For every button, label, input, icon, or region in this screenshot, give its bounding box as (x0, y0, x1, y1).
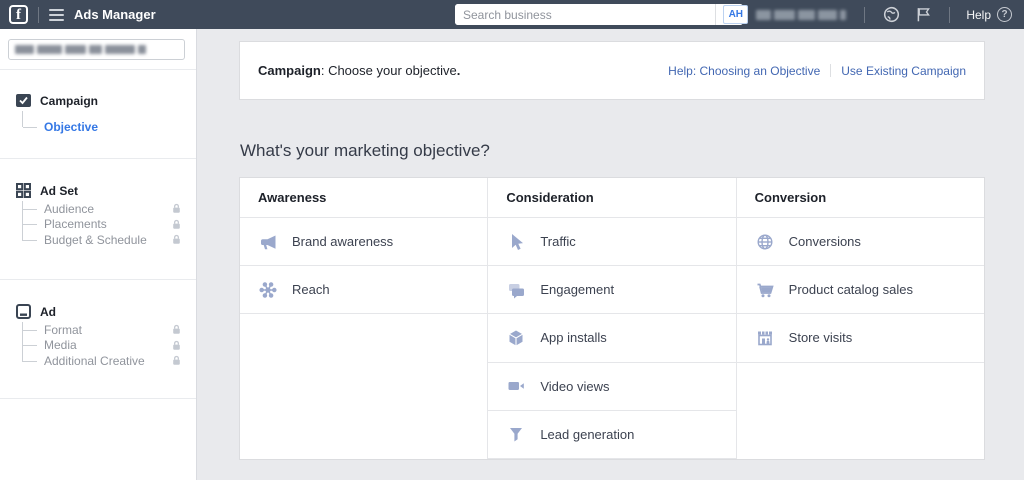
globe-grid-icon (757, 234, 773, 250)
objective-lead-generation[interactable]: Lead generation (488, 411, 736, 459)
divider (0, 398, 196, 399)
use-existing-campaign-link[interactable]: Use Existing Campaign (841, 64, 966, 78)
column-awareness: Awareness Brand awareness Reach (240, 178, 488, 459)
divider (949, 6, 951, 23)
main-content: Campaign: Choose your objective. Help: C… (197, 29, 1024, 480)
campaign-header-card: Campaign: Choose your objective. Help: C… (240, 42, 984, 99)
divider (712, 6, 714, 23)
campaign-check-icon (16, 94, 31, 107)
reach-icon (259, 282, 277, 298)
account-name-redacted[interactable] (756, 9, 847, 20)
column-header: Consideration (488, 178, 736, 218)
ad-account-name-redacted (15, 45, 146, 54)
globe-notifications-icon[interactable] (882, 6, 900, 24)
help-label: Help (966, 7, 991, 22)
sidebar-item-audience[interactable]: Audience (23, 201, 180, 217)
storefront-icon (757, 331, 772, 346)
search-box (455, 4, 743, 25)
objective-traffic[interactable]: Traffic (488, 218, 736, 267)
objective-brand-awareness[interactable]: Brand awareness (240, 218, 488, 267)
help-menu[interactable]: Help ? (966, 7, 1012, 22)
objectives-table: Awareness Brand awareness Reach Consider… (240, 178, 984, 459)
page-title: Campaign: Choose your objective. (258, 63, 461, 78)
sidebar-item-placements[interactable]: Placements (23, 217, 180, 233)
sidebar-item-media[interactable]: Media (23, 338, 180, 354)
lock-icon (173, 203, 180, 213)
column-consideration: Consideration Traffic Engagement App ins… (487, 178, 736, 459)
column-conversion: Conversion Conversions Product catalog s… (735, 178, 984, 459)
objective-reach[interactable]: Reach (240, 266, 488, 315)
sidebar-item-budget-schedule[interactable]: Budget & Schedule (22, 232, 180, 250)
app-title: Ads Manager (74, 7, 156, 22)
speech-bubbles-icon (509, 283, 525, 299)
sidebar-item-additional-creative[interactable]: Additional Creative (22, 353, 180, 371)
objective-video-views[interactable]: Video views (488, 363, 736, 411)
sidebar-step-ad[interactable]: Ad (16, 304, 56, 319)
ad-set-substeps: Audience Placements Budget & Schedule (22, 201, 180, 250)
hamburger-menu-icon[interactable] (49, 8, 64, 21)
facebook-logo-icon[interactable]: f (9, 5, 28, 24)
search-input[interactable] (455, 4, 715, 25)
column-header: Awareness (240, 178, 488, 218)
account-initials-badge[interactable]: AH (723, 5, 749, 24)
objective-app-installs[interactable]: App installs (488, 314, 736, 363)
sidebar-item-format[interactable]: Format (23, 322, 180, 338)
top-navbar: f Ads Manager AH Help ? (0, 0, 1024, 29)
divider (830, 64, 832, 77)
sidebar-step-ad-set[interactable]: Ad Set (16, 183, 78, 198)
wizard-sidebar: Campaign Objective Ad Set Audience Place… (0, 29, 197, 480)
marketing-objective-question: What's your marketing objective? (240, 141, 490, 160)
sidebar-item-objective[interactable]: Objective (21, 119, 98, 137)
megaphone-icon (261, 235, 276, 249)
campaign-substeps: Objective (21, 111, 98, 137)
column-header: Conversion (736, 178, 984, 218)
objective-engagement[interactable]: Engagement (488, 266, 736, 315)
divider (38, 6, 39, 23)
video-camera-icon (508, 382, 525, 391)
step-label: Ad Set (40, 183, 79, 198)
objective-product-catalog-sales[interactable]: Product catalog sales (736, 266, 984, 315)
step-label: Ad (40, 304, 56, 319)
sidebar-step-campaign[interactable]: Campaign (16, 93, 98, 108)
divider (0, 69, 196, 70)
lock-icon (173, 234, 180, 244)
ad-substeps: Format Media Additional Creative (22, 322, 180, 371)
lock-icon (173, 324, 180, 334)
ad-account-selector[interactable] (8, 39, 185, 60)
flag-announcements-icon[interactable] (914, 6, 932, 24)
cube-icon (509, 330, 524, 346)
help-choosing-objective-link[interactable]: Help: Choosing an Objective (668, 64, 820, 78)
cursor-icon (512, 233, 524, 250)
objective-conversions[interactable]: Conversions (736, 218, 984, 267)
step-label: Campaign (40, 93, 99, 108)
divider (0, 279, 196, 280)
divider (0, 158, 196, 159)
funnel-icon (510, 428, 523, 442)
lock-icon (173, 219, 180, 229)
divider (864, 6, 866, 23)
ad-set-grid-icon (16, 183, 31, 198)
lock-icon (173, 355, 180, 365)
question-mark-icon: ? (997, 7, 1012, 22)
shopping-cart-icon (757, 283, 774, 298)
ad-frame-icon (16, 304, 31, 319)
objective-store-visits[interactable]: Store visits (736, 314, 984, 363)
lock-icon (173, 340, 180, 350)
